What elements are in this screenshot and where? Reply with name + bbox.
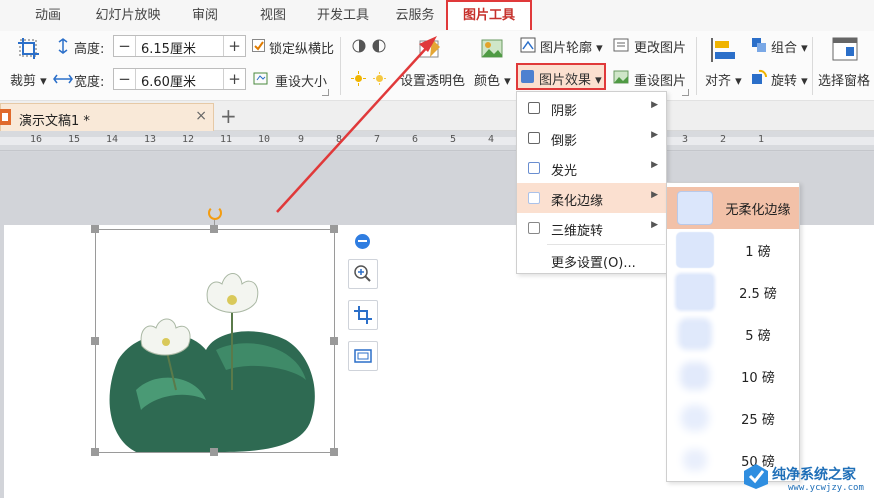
soft-edge-swatch (677, 233, 713, 267)
soft-edges-icon (528, 192, 540, 204)
menu-item-shadow[interactable]: 阴影 ▶ (517, 93, 666, 123)
menu-item-label: 倒影 (551, 134, 578, 149)
soft-edge-option-5pt[interactable]: 5 磅 (667, 313, 799, 355)
menu-item-3d-rotation[interactable]: 三维旋转 ▶ (517, 213, 666, 243)
menu-item-label: 阴影 (551, 104, 578, 119)
option-label: 25 磅 (741, 413, 775, 428)
reflection-icon (528, 132, 540, 144)
submenu-arrow-icon: ▶ (651, 160, 658, 170)
submenu-arrow-icon: ▶ (651, 190, 658, 200)
submenu-arrow-icon: ▶ (651, 100, 658, 110)
soft-edge-option-10pt[interactable]: 10 磅 (667, 355, 799, 397)
soft-edge-swatch (691, 457, 699, 463)
submenu-arrow-icon: ▶ (651, 130, 658, 140)
soft-edges-submenu: 无柔化边缘 1 磅 2.5 磅 5 磅 10 磅 25 磅 50 磅 (666, 182, 800, 482)
glow-icon (528, 162, 540, 174)
soft-edge-swatch (689, 413, 701, 423)
submenu-arrow-icon: ▶ (651, 220, 658, 230)
soft-edge-option-1pt[interactable]: 1 磅 (667, 229, 799, 271)
shadow-icon (528, 102, 540, 114)
soft-edge-option-25pt[interactable]: 25 磅 (667, 397, 799, 439)
menu-item-soft-edges[interactable]: 柔化边缘 ▶ (517, 183, 666, 213)
menu-item-more-settings[interactable]: 更多设置(O)... (517, 245, 666, 275)
menu-item-label: 发光 (551, 164, 578, 179)
menu-item-label: 柔化边缘 (551, 194, 604, 209)
option-label: 2.5 磅 (739, 287, 777, 302)
option-label: 5 磅 (745, 329, 771, 344)
3d-rotation-icon (528, 222, 540, 234)
soft-edge-option-2-5pt[interactable]: 2.5 磅 (667, 271, 799, 313)
menu-item-glow[interactable]: 发光 ▶ (517, 153, 666, 183)
soft-edge-swatch (677, 275, 713, 309)
option-label: 1 磅 (745, 245, 771, 260)
watermark-title: 纯净系统之家 (772, 467, 856, 483)
soft-edge-swatch (687, 369, 703, 383)
watermark-url: www.ycwjzy.com (788, 483, 864, 493)
soft-edge-swatch (677, 191, 713, 225)
picture-effects-menu: 阴影 ▶ 倒影 ▶ 发光 ▶ 柔化边缘 ▶ 三维旋转 ▶ 更多设置(O)... (516, 91, 667, 274)
soft-edge-swatch (683, 323, 707, 345)
option-label: 无柔化边缘 (725, 203, 791, 218)
menu-item-label: 更多设置(O)... (551, 256, 636, 271)
option-label: 10 磅 (741, 371, 775, 386)
menu-item-reflection[interactable]: 倒影 ▶ (517, 123, 666, 153)
watermark: 纯净系统之家 www.ycwjzy.com (742, 462, 872, 498)
menu-item-label: 三维旋转 (551, 224, 604, 239)
watermark-logo-icon (744, 464, 768, 489)
soft-edge-option-none[interactable]: 无柔化边缘 (667, 187, 799, 229)
